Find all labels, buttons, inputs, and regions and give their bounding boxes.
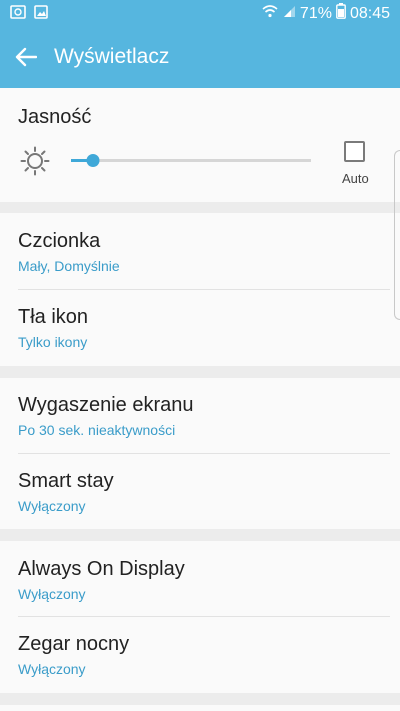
- setting-title: Always On Display: [18, 558, 185, 580]
- setting-title: Czcionka: [18, 230, 101, 252]
- setting-subtitle: Wyłączony: [18, 661, 86, 677]
- brightness-label: Jasność: [18, 106, 92, 128]
- section-divider: [0, 693, 400, 705]
- wifi-icon: [262, 4, 278, 23]
- settings-group-font: Czcionka Mały, Domyślnie Tła ikon Tylko …: [0, 213, 400, 366]
- setting-item-tla-ikon[interactable]: Tła ikon Tylko ikony: [0, 290, 400, 366]
- status-bar: 71% 08:45: [0, 0, 400, 26]
- next-section-edge: [0, 705, 400, 711]
- setting-item-always-on-display[interactable]: Always On Display Wyłączony: [0, 541, 400, 616]
- setting-subtitle: Wyłączony: [18, 498, 86, 514]
- setting-item-wygaszenie-ekranu[interactable]: Wygaszenie ekranu Po 30 sek. nieaktywnoś…: [0, 378, 400, 453]
- setting-item-smart-stay[interactable]: Smart stay Wyłączony: [0, 454, 400, 529]
- scrollbar[interactable]: [394, 150, 400, 320]
- battery-icon: [336, 3, 346, 24]
- setting-title: Zegar nocny: [18, 633, 130, 655]
- settings-group-screen: Wygaszenie ekranu Po 30 sek. nieaktywnoś…: [0, 378, 400, 529]
- auto-brightness-label: Auto: [342, 171, 369, 186]
- slider-thumb[interactable]: [86, 154, 100, 167]
- setting-subtitle: Tylko ikony: [18, 334, 88, 350]
- setting-subtitle: Mały, Domyślnie: [18, 258, 120, 274]
- setting-subtitle: Po 30 sek. nieaktywności: [18, 422, 176, 438]
- section-divider: [0, 366, 400, 378]
- brightness-sun-icon: [20, 146, 50, 181]
- setting-title: Tła ikon: [18, 306, 89, 328]
- clock: 08:45: [349, 4, 390, 22]
- slider-track: [71, 159, 311, 162]
- picture-icon: [34, 5, 48, 24]
- auto-brightness-checkbox[interactable]: [344, 141, 365, 162]
- brightness-slider[interactable]: [71, 153, 311, 167]
- back-button[interactable]: [10, 41, 42, 73]
- image-icon: [10, 5, 26, 24]
- setting-title: Wygaszenie ekranu: [18, 394, 194, 416]
- battery-percent: 71%: [299, 4, 332, 22]
- section-divider: [0, 529, 400, 541]
- status-left-icons: [10, 5, 48, 24]
- page-title: Wyświetlacz: [54, 45, 170, 68]
- signal-icon: [282, 4, 296, 23]
- app-bar: Wyświetlacz: [0, 26, 400, 88]
- status-right: 71% 08:45: [262, 3, 390, 24]
- setting-item-czcionka[interactable]: Czcionka Mały, Domyślnie: [0, 213, 400, 289]
- settings-group-display: Always On Display Wyłączony Zegar nocny …: [0, 541, 400, 693]
- arrow-back-icon: [15, 47, 37, 67]
- setting-title: Smart stay: [18, 470, 114, 492]
- setting-subtitle: Wyłączony: [18, 586, 86, 602]
- section-divider: [0, 202, 400, 213]
- brightness-section: Jasność Auto: [0, 88, 400, 202]
- setting-item-zegar-nocny[interactable]: Zegar nocny Wyłączony: [0, 617, 400, 693]
